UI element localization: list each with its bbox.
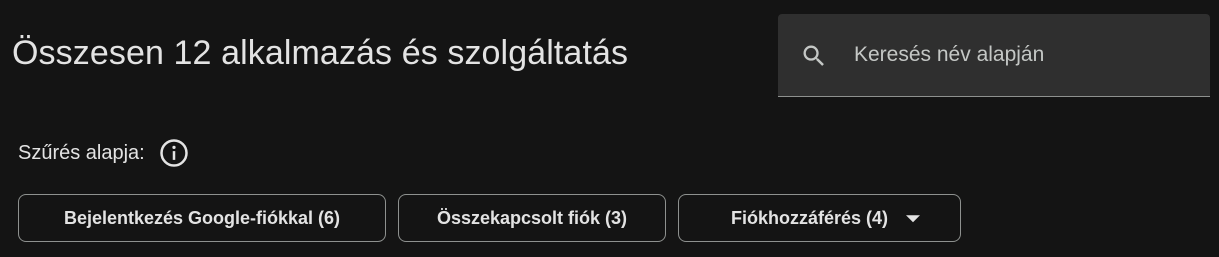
filter-chip-google-signin[interactable]: Bejelentkezés Google-fiókkal (6)	[18, 194, 386, 242]
filter-chip-account-access[interactable]: Fiókhozzáférés (4)	[678, 194, 961, 242]
search-field[interactable]	[778, 14, 1210, 97]
filter-chip-linked-account[interactable]: Összekapcsolt fiók (3)	[398, 194, 666, 242]
chip-label: Bejelentkezés Google-fiókkal (6)	[63, 207, 341, 228]
filter-label: Szűrés alapja:	[18, 141, 145, 164]
page-title: Összesen 12 alkalmazás és szolgáltatás	[12, 34, 629, 72]
filter-section: Szűrés alapja:	[18, 137, 189, 169]
chip-label: Fiókhozzáférés (4)	[730, 207, 889, 228]
search-input[interactable]	[854, 40, 1184, 70]
info-icon[interactable]	[159, 138, 189, 168]
dropdown-arrow-icon	[906, 215, 921, 223]
search-icon[interactable]	[800, 42, 828, 70]
chip-label: Összekapcsolt fiók (3)	[436, 207, 628, 228]
